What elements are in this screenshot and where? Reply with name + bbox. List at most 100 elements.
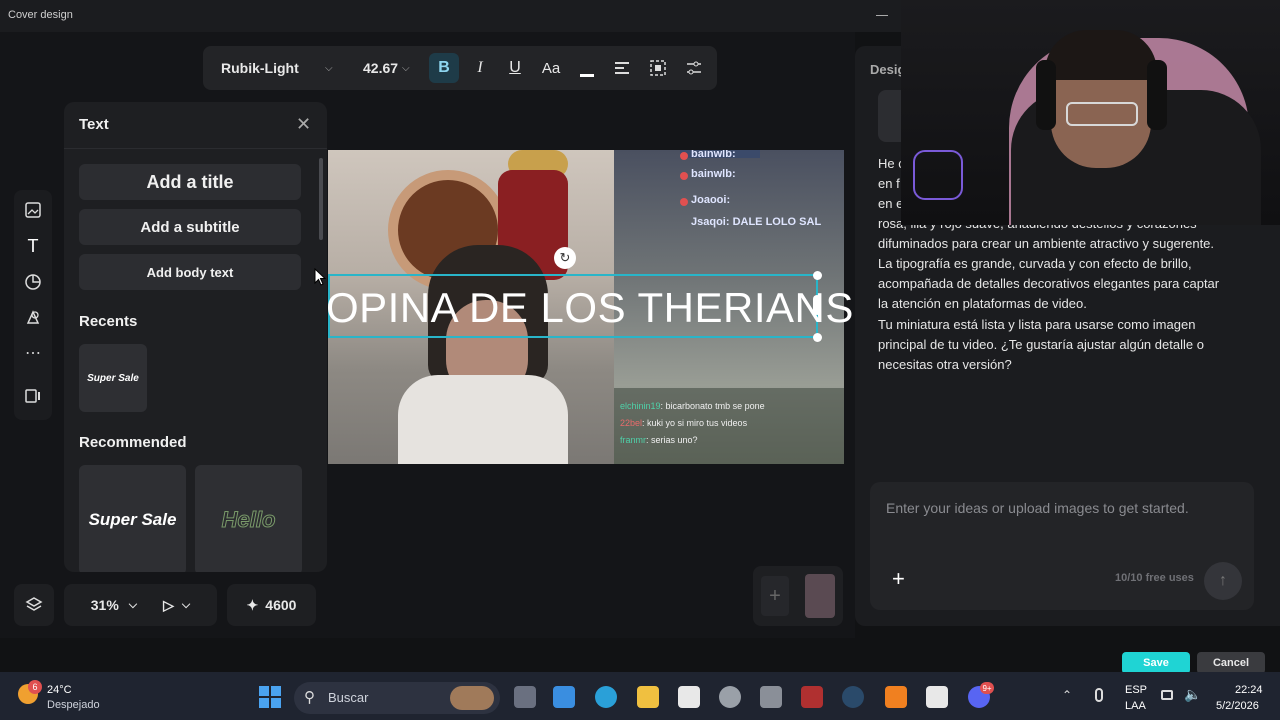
obs-icon[interactable] (719, 686, 741, 708)
start-icon[interactable] (259, 686, 281, 708)
volume-icon[interactable]: 🔈 (1184, 686, 1201, 703)
image-tool-icon[interactable] (23, 200, 43, 220)
weather-temp[interactable]: 24°C (47, 684, 72, 696)
credits-button[interactable]: ✦ 4600 (227, 584, 316, 626)
save-button[interactable]: Save (1122, 652, 1190, 674)
rotate-handle-icon[interactable]: ↻ (554, 247, 576, 269)
voicemeeter-icon[interactable] (801, 686, 823, 708)
color-swatch-icon (580, 73, 594, 77)
position-button[interactable] (643, 53, 673, 83)
close-icon[interactable]: ✕ (296, 114, 311, 135)
template-label: Hello (221, 507, 276, 533)
person-shirt (398, 375, 568, 464)
panel-scrollbar[interactable] (319, 158, 323, 240)
cover-title-text[interactable]: OPINA DE LOS THERIANS (326, 284, 854, 332)
person-hair (1045, 30, 1157, 80)
page-thumbnail[interactable] (805, 574, 835, 618)
headphones (1147, 60, 1167, 130)
free-uses-label: 10/10 free uses (1115, 572, 1194, 584)
weather-desc[interactable]: Despejado (47, 699, 100, 711)
more-icon[interactable]: ⋯ (23, 343, 43, 363)
chat-message: 22bel: kuki yo si miro tus videos (620, 418, 748, 428)
add-page-button[interactable]: + (761, 576, 789, 616)
layers-button[interactable] (14, 584, 54, 626)
shapes-tool-icon[interactable] (23, 272, 43, 292)
capcut-icon[interactable] (678, 686, 700, 708)
capcut-active-icon[interactable] (926, 686, 948, 708)
zoom-level[interactable]: 31% (91, 597, 119, 613)
minimize-button[interactable] (876, 15, 888, 16)
chat-line: Joaooi: (691, 194, 731, 206)
cancel-button[interactable]: Cancel (1197, 652, 1265, 674)
microphone-icon[interactable] (1095, 688, 1103, 702)
bold-button[interactable]: B (429, 53, 459, 83)
upload-plus-icon[interactable]: + (892, 566, 905, 592)
chat-line: bainwlb: (691, 150, 736, 160)
stretch-handle[interactable] (813, 295, 821, 315)
layers-icon (25, 597, 43, 611)
recommended-template[interactable]: Super Sale (79, 465, 186, 572)
language-variant[interactable]: LAA (1125, 700, 1146, 712)
elements-tool-icon[interactable] (23, 308, 43, 328)
add-subtitle-button[interactable]: Add a subtitle (79, 209, 301, 245)
text-color-button[interactable] (572, 53, 602, 83)
send-button[interactable]: ↑ (1204, 562, 1242, 600)
steam-icon[interactable] (842, 686, 864, 708)
chevron-down-icon[interactable]: ⌵ (325, 63, 333, 74)
pointer-tool-icon[interactable]: ▷ (163, 597, 174, 614)
italic-button[interactable]: I (465, 53, 495, 83)
recents-heading: Recents (79, 313, 138, 330)
chevron-down-icon[interactable]: ⌵ (402, 63, 410, 74)
chat-badge-icon (680, 198, 688, 206)
chevron-up-icon[interactable]: ⌃ (1062, 688, 1072, 702)
chat-message: elchinin19: bicarbonato tmb se pone (620, 401, 765, 411)
align-left-icon (615, 62, 629, 74)
prompt-input[interactable]: Enter your ideas or upload images to get… (886, 500, 1189, 516)
neon-sign (913, 150, 963, 200)
font-family-select[interactable]: Rubik-Light (221, 60, 299, 76)
taskbar-search[interactable]: ⚲ Buscar (294, 682, 500, 714)
text-toolbar: Rubik-Light ⌵ 42.67 ⌵ B I U Aa (203, 46, 717, 90)
task-view-icon[interactable] (514, 686, 536, 708)
resize-handle[interactable] (813, 333, 822, 342)
text-tool-icon[interactable]: T (23, 236, 43, 256)
mouse-cursor-icon (314, 268, 326, 286)
font-size-select[interactable]: 42.67 (363, 60, 398, 76)
chat-badge-icon (680, 172, 688, 180)
edge-icon[interactable] (595, 686, 617, 708)
store-icon[interactable] (553, 686, 575, 708)
discord-badge: 9+ (980, 682, 994, 694)
search-label: Buscar (328, 690, 369, 705)
clock-date[interactable]: 5/2/2026 (1216, 700, 1259, 712)
chevron-down-icon[interactable]: ⌵ (129, 599, 137, 612)
vlc-icon[interactable] (885, 686, 907, 708)
underline-button[interactable]: U (500, 53, 530, 83)
chat-message: franmr: serias uno? (620, 435, 698, 445)
language-code[interactable]: ESP (1125, 684, 1147, 696)
assistant-message: Tu miniatura está lista y lista para usa… (878, 317, 1204, 372)
file-explorer-icon[interactable] (637, 686, 659, 708)
template-label: Super Sale (88, 510, 177, 529)
app-icon[interactable] (760, 686, 782, 708)
search-icon: ⚲ (304, 689, 315, 706)
clock-time[interactable]: 22:24 (1235, 684, 1263, 696)
recent-template[interactable]: Super Sale (79, 344, 147, 412)
align-left-button[interactable] (607, 53, 637, 83)
pages-strip: + (753, 566, 843, 626)
adjust-button[interactable] (679, 53, 709, 83)
network-icon[interactable] (1161, 690, 1173, 700)
add-title-button[interactable]: Add a title (79, 164, 301, 200)
text-case-button[interactable]: Aa (536, 53, 566, 83)
chevron-down-icon[interactable]: ⌵ (182, 599, 190, 612)
resize-tool-icon[interactable] (23, 386, 43, 406)
left-rail: T ⋯ (14, 190, 52, 420)
add-body-text-button[interactable]: Add body text (79, 254, 301, 290)
text-panel: Text ✕ Add a title Add a subtitle Add bo… (64, 102, 327, 572)
resize-handle[interactable] (813, 271, 822, 280)
chat-line: bainwlb: (691, 168, 736, 180)
search-highlight-image (450, 686, 494, 710)
recommended-template[interactable]: Hello (195, 465, 302, 572)
divider (64, 148, 327, 149)
template-label: Super Sale (87, 372, 139, 384)
sliders-icon (687, 61, 701, 75)
